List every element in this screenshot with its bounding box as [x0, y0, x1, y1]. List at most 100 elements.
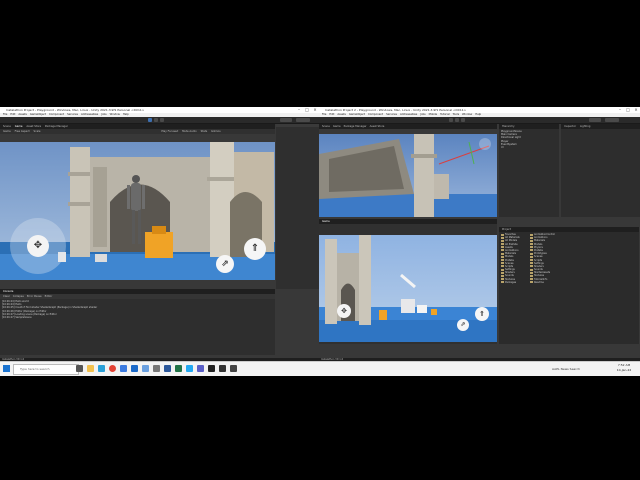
- layers-dropdown[interactable]: [280, 118, 292, 122]
- menu-item-5[interactable]: Services: [386, 113, 397, 116]
- file-explorer-icon[interactable]: [87, 365, 94, 372]
- folder-icon: [501, 271, 504, 274]
- word-icon[interactable]: [164, 365, 171, 372]
- step-button-icon[interactable]: [461, 118, 465, 122]
- menu-item-4[interactable]: Component: [368, 113, 383, 116]
- vscode-icon[interactable]: [186, 365, 193, 372]
- tab-3[interactable]: Asset Store: [370, 125, 385, 128]
- tab-2[interactable]: Package Manager: [344, 125, 367, 128]
- clock[interactable]: 7:52 AM 10-Jan-22: [612, 363, 636, 375]
- tab-inspector[interactable]: Inspector: [564, 125, 576, 128]
- layout-dropdown[interactable]: [296, 118, 310, 122]
- chrome-icon[interactable]: [109, 365, 116, 372]
- move-joystick-knob-icon[interactable]: ✥: [27, 235, 49, 257]
- menu-item-12[interactable]: Help: [475, 113, 481, 116]
- pause-button-icon[interactable]: [154, 118, 158, 122]
- menu-item-5[interactable]: Services: [67, 113, 78, 116]
- edge-icon[interactable]: [98, 365, 105, 372]
- stats-toggle[interactable]: Stats: [201, 130, 208, 133]
- jump-button-icon[interactable]: ⇑: [244, 238, 266, 260]
- sprint-button-icon[interactable]: ⇗: [216, 255, 234, 273]
- menu-item-9[interactable]: Help: [123, 113, 129, 116]
- right-scene-view[interactable]: [319, 134, 497, 217]
- store-icon[interactable]: [120, 365, 127, 372]
- folder-icon: [530, 262, 533, 265]
- play-button-icon[interactable]: [449, 118, 453, 122]
- play-button-icon[interactable]: [148, 118, 152, 122]
- right-game-view[interactable]: Game ✥ ⇗ ⇑: [319, 219, 497, 344]
- menu-item-4[interactable]: Component: [49, 113, 64, 116]
- display-dropdown[interactable]: Game: [3, 130, 11, 133]
- tab-lighting[interactable]: Lighting: [580, 125, 590, 128]
- search-box[interactable]: Type here to search: [13, 364, 79, 375]
- console-toolbar-button-0[interactable]: Clear: [3, 295, 10, 298]
- move-joystick-knob-icon[interactable]: ✥: [337, 304, 351, 318]
- tab-scene[interactable]: Scene: [3, 125, 11, 128]
- menu-item-3[interactable]: GameObject: [349, 113, 365, 116]
- unity-icon[interactable]: [208, 365, 215, 372]
- menu-item-10[interactable]: Tools: [453, 113, 459, 116]
- news-widget[interactable]: AAPL News Search: [552, 365, 592, 373]
- task-view-icon[interactable]: [76, 365, 83, 372]
- aspect-dropdown[interactable]: Free Aspect: [15, 130, 30, 133]
- console-log-row[interactable]: [10:26:27] SampleScene: [0, 316, 275, 319]
- menu-item-0[interactable]: File: [3, 113, 7, 116]
- settings-icon[interactable]: [153, 365, 160, 372]
- search-placeholder: Type here to search: [20, 367, 50, 371]
- scene-gizmo-icon[interactable]: [479, 138, 491, 150]
- menu-item-9[interactable]: Tutorial: [440, 113, 450, 116]
- left-game-view[interactable]: ✥ ⇗ ⇑: [0, 142, 275, 280]
- terminal-icon[interactable]: [230, 365, 237, 372]
- console-log-row-label: [10:26:27] SampleScene: [2, 315, 32, 319]
- tab-project[interactable]: Project: [502, 228, 511, 231]
- menu-item-1[interactable]: Edit: [329, 113, 334, 116]
- menu-item-2[interactable]: Assets: [337, 113, 345, 116]
- menu-item-1[interactable]: Edit: [10, 113, 15, 116]
- play-focused-toggle[interactable]: Play Focused: [161, 130, 178, 133]
- hierarchy-item[interactable]: UI: [499, 146, 559, 149]
- project-tree-item[interactable]: Packages: [499, 281, 527, 284]
- tab-1[interactable]: Game: [333, 125, 341, 128]
- jump-button-icon[interactable]: ⇑: [475, 307, 489, 321]
- layers-dropdown[interactable]: [589, 118, 601, 122]
- tab-0[interactable]: Scene: [322, 125, 330, 128]
- photos-icon[interactable]: [142, 365, 149, 372]
- menu-item-7[interactable]: Jobs: [420, 113, 425, 116]
- unity-hub-icon[interactable]: [219, 365, 226, 372]
- start-button-icon[interactable]: [3, 365, 10, 372]
- menu-item-0[interactable]: File: [322, 113, 326, 116]
- step-button-icon[interactable]: [160, 118, 164, 122]
- tab-game[interactable]: Game: [15, 125, 23, 128]
- excel-icon[interactable]: [175, 365, 182, 372]
- tab-hierarchy[interactable]: Hierarchy: [502, 125, 515, 128]
- console-toolbar-button-2[interactable]: Error Pause: [27, 295, 42, 298]
- menu-item-6[interactable]: Addressables: [81, 113, 98, 116]
- gizmos-toggle[interactable]: Gizmos: [211, 130, 221, 133]
- menu-item-8[interactable]: Window: [110, 113, 120, 116]
- menu-item-6[interactable]: Addressables: [400, 113, 417, 116]
- left-game-toolbar: Game Free Aspect Scale Play Focused Mute…: [0, 129, 275, 134]
- menu-item-11[interactable]: Window: [462, 113, 472, 116]
- menu-item-2[interactable]: Assets: [18, 113, 26, 116]
- mail-icon[interactable]: [131, 365, 138, 372]
- menu-item-7[interactable]: Jobs: [101, 113, 106, 116]
- mute-toggle[interactable]: Mute Audio: [182, 130, 197, 133]
- sprint-button-icon[interactable]: ⇗: [457, 319, 469, 331]
- system-tray[interactable]: [595, 365, 611, 373]
- tab-game-lower[interactable]: Game: [322, 220, 330, 223]
- menu-item-3[interactable]: GameObject: [30, 113, 46, 116]
- scale-slider[interactable]: Scale: [34, 130, 41, 133]
- tab-asset-store[interactable]: Asset Store: [26, 125, 41, 128]
- menu-item-8[interactable]: Mobile: [429, 113, 438, 116]
- windows-taskbar: Type here to search AAPL News Search 7:5…: [0, 361, 640, 376]
- project-folder-tree: Favorites All Materials All Models All Pref…: [499, 233, 527, 284]
- console-toolbar-button-1[interactable]: Collapse: [13, 295, 24, 298]
- pause-button-icon[interactable]: [455, 118, 459, 122]
- folder-icon: [501, 265, 504, 268]
- console-toolbar-button-3[interactable]: Editor: [45, 295, 53, 298]
- project-asset-item[interactable]: Readme: [528, 281, 558, 284]
- tab-package-manager[interactable]: Package Manager: [45, 125, 68, 128]
- layout-dropdown[interactable]: [605, 118, 619, 122]
- tab-console[interactable]: Console: [3, 290, 13, 293]
- teams-icon[interactable]: [197, 365, 204, 372]
